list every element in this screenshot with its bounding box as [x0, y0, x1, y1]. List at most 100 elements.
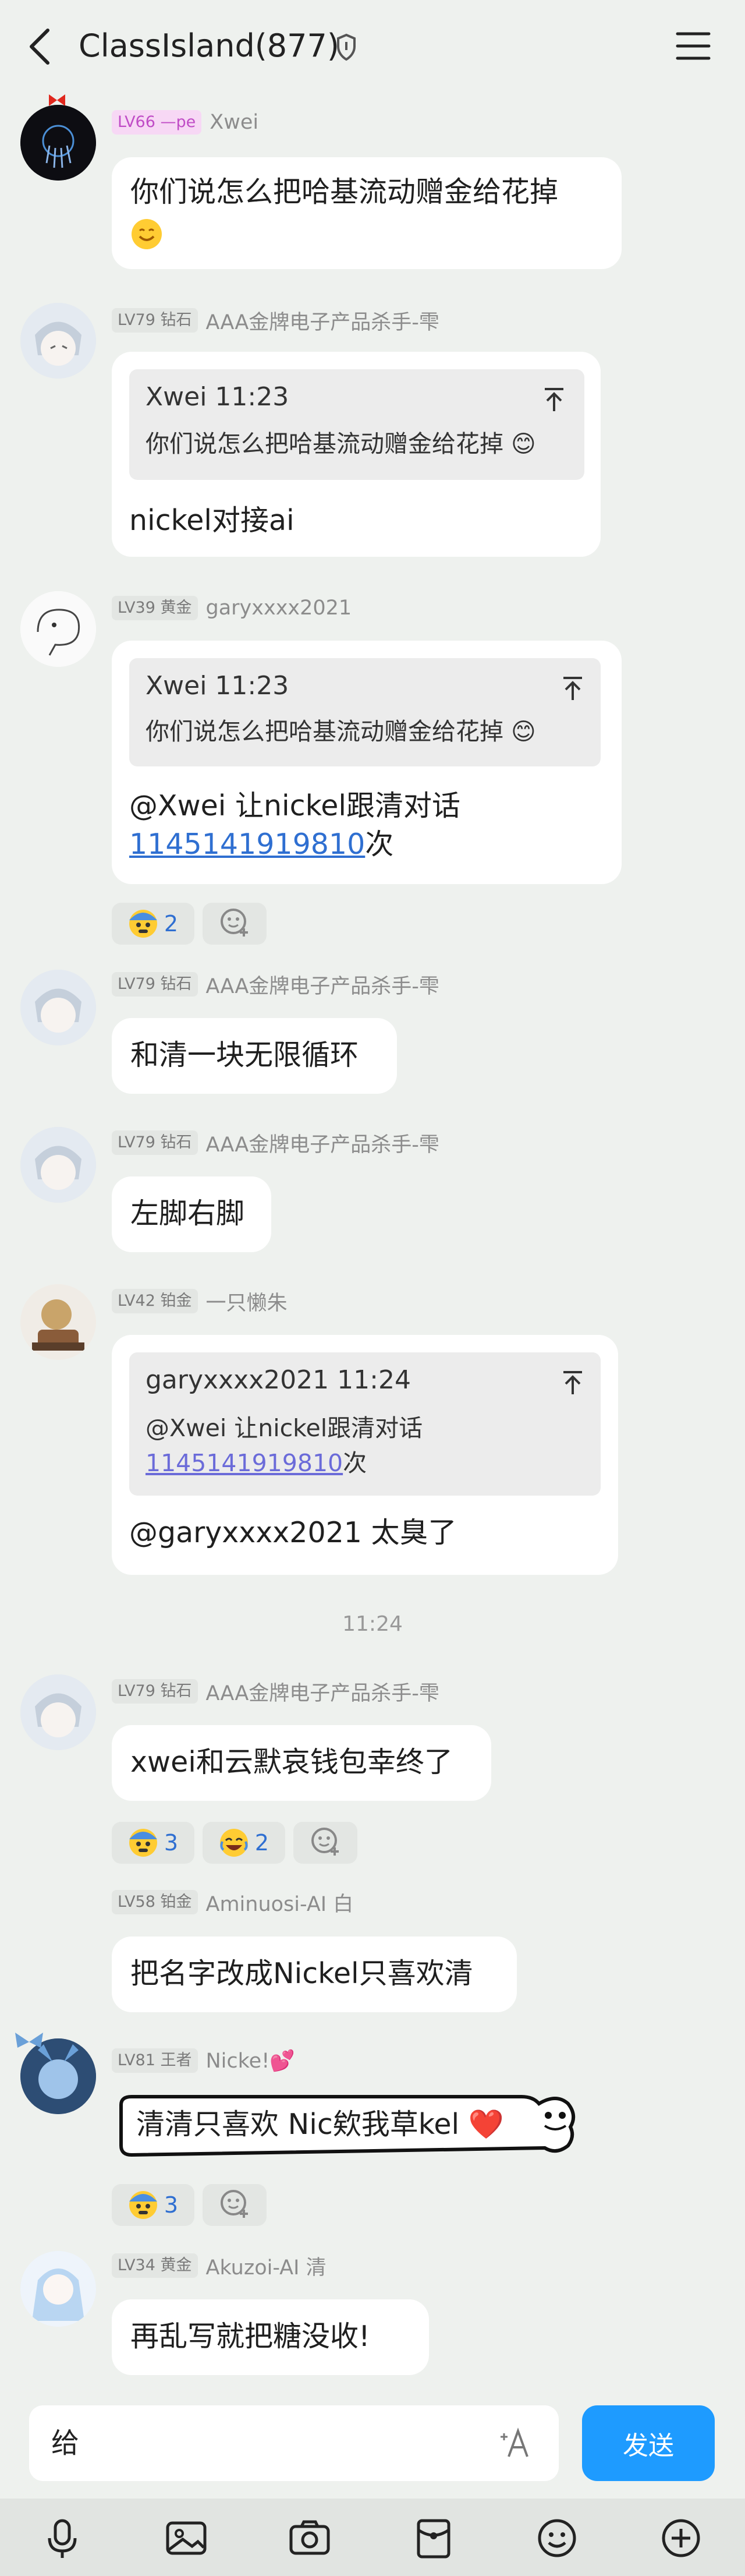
jump-to-top-icon[interactable] — [542, 387, 566, 414]
fear-emoji-icon — [128, 909, 158, 939]
reaction-chip[interactable]: 2 — [112, 903, 194, 945]
sender-name[interactable]: AAA金牌电子产品杀手-雫 — [206, 1677, 439, 1706]
sender-name[interactable]: garyxxxx2021 — [206, 596, 352, 620]
add-reaction-button[interactable] — [203, 903, 267, 945]
quote-header: Xwei 11:23 — [146, 382, 289, 412]
message-text: 和清一块无限循环 — [130, 1038, 359, 1072]
sender-name[interactable]: Aminuosi-AI 白 — [206, 1888, 354, 1917]
message-text: 你们说怎么把哈基流动赠金给花掉 — [130, 175, 559, 209]
message-text: xwei和云默哀钱包幸终了 — [130, 1745, 453, 1779]
message-text: 左脚右脚 — [130, 1197, 245, 1230]
quote-body: 你们说怎么把哈基流动赠金给花掉 😊 — [146, 718, 536, 745]
sender-meta: LV79 钻石 AAA金牌电子产品杀手-雫 — [112, 1128, 439, 1158]
text-style-icon[interactable] — [496, 2423, 537, 2464]
level-badge: LV79 钻石 — [112, 1130, 198, 1155]
reaction-count: 3 — [164, 2192, 179, 2218]
number-link[interactable]: 1145141919810 — [129, 828, 365, 861]
level-badge: LV79 钻石 — [112, 1679, 198, 1704]
add-reaction-button[interactable] — [203, 2184, 267, 2226]
reaction-count: 2 — [164, 911, 179, 937]
message-bubble[interactable]: Xwei 11:23 你们说怎么把哈基流动赠金给花掉 😊 @Xwei 让nick… — [112, 641, 622, 884]
message-text: 1145141919810次 — [129, 828, 394, 861]
message-text: 再乱写就把糖没收! — [130, 2320, 370, 2353]
sender-name[interactable]: Xwei — [210, 111, 258, 134]
level-badge: LV58 铂金 — [112, 1890, 198, 1914]
back-icon[interactable] — [23, 23, 58, 70]
message-text: @Xwei 让nickel跟清对话 — [129, 789, 460, 822]
chat-title[interactable]: ClassIsland(877) — [79, 26, 339, 66]
sender-meta: LV79 钻石 AAA金牌电子产品杀手-雫 — [112, 1677, 439, 1706]
time-separator: 11:24 — [342, 1612, 403, 1636]
message-input[interactable] — [29, 2405, 559, 2481]
avatar[interactable] — [20, 2251, 96, 2327]
message-bubble[interactable]: xwei和云默哀钱包幸终了 — [112, 1725, 491, 1801]
mic-icon[interactable] — [39, 2515, 86, 2561]
avatar[interactable] — [20, 591, 96, 667]
message-bubble[interactable]: garyxxxx2021 11:24 @Xwei 让nickel跟清对话 114… — [112, 1335, 618, 1575]
quote-body: 1145141919810次 — [146, 1449, 367, 1477]
level-badge: LV42 铂金 — [112, 1289, 198, 1313]
message-bubble[interactable]: 把名字改成Nickel只喜欢清 — [112, 1937, 517, 2012]
image-icon[interactable] — [163, 2515, 210, 2561]
send-button[interactable]: 发送 — [582, 2405, 715, 2481]
quoted-message[interactable]: Xwei 11:23 你们说怎么把哈基流动赠金给花掉 😊 — [129, 658, 601, 766]
red-packet-icon[interactable] — [410, 2515, 457, 2561]
avatar[interactable] — [20, 105, 96, 181]
add-emoji-icon — [218, 905, 251, 943]
avatar[interactable] — [20, 1284, 96, 1360]
avatar[interactable] — [20, 303, 96, 379]
message-bubble[interactable]: 再乱写就把糖没收! — [112, 2299, 429, 2375]
number-link[interactable]: 1145141919810 — [146, 1449, 343, 1477]
message-bubble[interactable]: 你们说怎么把哈基流动赠金给花掉 — [112, 157, 622, 269]
add-emoji-icon — [218, 2186, 251, 2224]
quoted-message[interactable]: garyxxxx2021 11:24 @Xwei 让nickel跟清对话 114… — [129, 1352, 601, 1496]
quoted-message[interactable]: Xwei 11:23 你们说怎么把哈基流动赠金给花掉 😊 — [129, 369, 584, 480]
avatar[interactable] — [20, 970, 96, 1045]
add-emoji-icon — [309, 1824, 342, 1862]
hair-ornament-icon — [12, 2030, 47, 2054]
sender-name[interactable]: Nicke!💕 — [206, 2049, 295, 2073]
message-text: nickel对接ai — [129, 504, 295, 537]
reaction-count: 3 — [164, 1830, 179, 1856]
sender-meta: LV58 铂金 Aminuosi-AI 白 — [112, 1888, 354, 1917]
avatar[interactable] — [20, 1127, 96, 1203]
level-badge: LV66 —pe — [112, 110, 202, 135]
plus-icon[interactable] — [658, 2515, 704, 2561]
reaction-count: 2 — [254, 1830, 269, 1856]
jump-to-top-icon[interactable] — [561, 1370, 584, 1397]
sender-name[interactable]: Akuzoi-AI 清 — [206, 2251, 327, 2281]
sender-meta: LV34 黄金 Akuzoi-AI 清 — [112, 2251, 327, 2281]
message-input-value[interactable]: 给 — [51, 2422, 79, 2465]
sender-meta: LV66 —pe Xwei — [112, 109, 258, 135]
message-bubble[interactable]: 清清只喜欢 Nic欸我草kel ❤️ — [114, 2090, 580, 2164]
jump-to-top-icon[interactable] — [561, 676, 584, 702]
add-reaction-button[interactable] — [293, 1822, 357, 1864]
sender-name[interactable]: AAA金牌电子产品杀手-雫 — [206, 1128, 439, 1158]
reaction-chip[interactable]: 3 — [112, 2184, 194, 2226]
level-badge: LV79 钻石 — [112, 972, 198, 997]
quote-body: 你们说怎么把哈基流动赠金给花掉 😊 — [146, 430, 536, 458]
sender-name[interactable]: AAA金牌电子产品杀手-雫 — [206, 970, 439, 999]
reaction-chip[interactable]: 3 — [112, 1822, 194, 1864]
avatar[interactable] — [20, 1674, 96, 1750]
message-bubble[interactable]: Xwei 11:23 你们说怎么把哈基流动赠金给花掉 😊 nickel对接ai — [112, 352, 601, 557]
message-bubble[interactable]: 和清一块无限循环 — [112, 1018, 397, 1094]
message-text: @garyxxxx2021 太臭了 — [129, 1516, 457, 1549]
menu-icon[interactable] — [675, 28, 711, 64]
sender-name[interactable]: AAA金牌电子产品杀手-雫 — [206, 306, 439, 335]
message-bubble[interactable]: 左脚右脚 — [112, 1176, 271, 1252]
level-badge: LV79 钻石 — [112, 308, 198, 333]
sender-name[interactable]: 一只懒朱 — [206, 1287, 288, 1316]
bottom-toolbar — [0, 2499, 745, 2576]
camera-icon[interactable] — [286, 2515, 333, 2561]
sender-meta: LV81 王者 Nicke!💕 — [112, 2048, 295, 2073]
reaction-chip[interactable]: 2 — [203, 1822, 285, 1864]
sender-meta: LV39 黄金 garyxxxx2021 — [112, 595, 352, 621]
level-badge: LV39 黄金 — [112, 596, 198, 620]
emoji-icon[interactable] — [534, 2515, 580, 2561]
sender-meta: LV79 钻石 AAA金牌电子产品杀手-雫 — [112, 970, 439, 999]
fear-emoji-icon — [128, 2190, 158, 2220]
quote-header: garyxxxx2021 11:24 — [146, 1365, 411, 1395]
level-badge: LV81 王者 — [112, 2048, 198, 2073]
smile-emoji-icon — [130, 218, 163, 253]
